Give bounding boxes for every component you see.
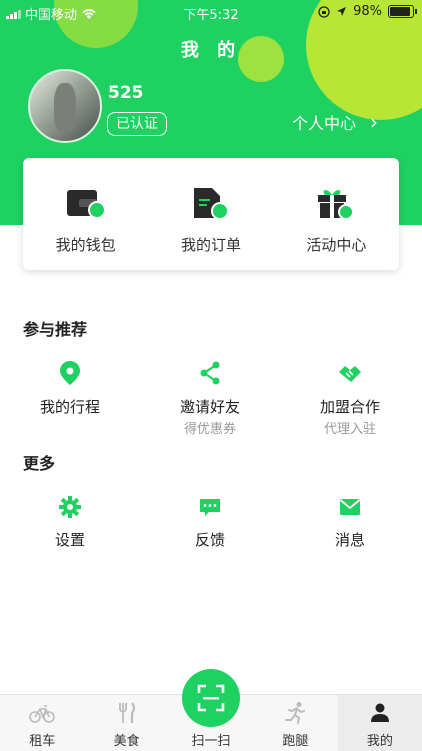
feedback-label: 反馈 <box>194 531 225 549</box>
tab-food-label: 美食 <box>113 734 140 749</box>
personal-center-link[interactable]: 个人中心 › <box>292 110 378 134</box>
lock-rotation-icon <box>318 5 330 18</box>
activity-center-button[interactable]: 活动中心 <box>274 158 399 270</box>
page-title: 我 的 <box>180 40 242 61</box>
share-icon <box>200 361 220 385</box>
my-trips-label: 我的行程 <box>39 398 100 416</box>
gift-icon <box>318 190 355 220</box>
wallet-button[interactable]: 我的钱包 <box>23 158 148 270</box>
order-icon <box>193 188 229 220</box>
location-pin-icon <box>60 361 80 385</box>
envelope-icon <box>339 499 361 515</box>
fork-knife-icon <box>118 702 135 723</box>
status-right: 98% <box>318 4 417 19</box>
recommend-grid: 我的行程 邀请好友 得优惠券 加盟合作 代理入驻 <box>0 360 422 437</box>
battery-icon <box>388 5 417 18</box>
orders-button[interactable]: 我的订单 <box>148 158 273 270</box>
tab-food[interactable]: 美食 <box>84 695 168 751</box>
tab-mine[interactable]: 我的 <box>337 695 422 751</box>
bicycle-icon <box>29 705 56 723</box>
settings-button[interactable]: 设置 <box>0 495 140 550</box>
battery-percent: 98% <box>353 4 382 19</box>
scan-icon <box>197 684 225 712</box>
runner-icon <box>285 702 306 724</box>
username: 525 <box>108 83 144 103</box>
status-bar: 中国移动 下午5:32 98% <box>0 0 422 24</box>
franchise-sub: 代理入驻 <box>323 422 376 437</box>
tab-errand[interactable]: 跑腿 <box>253 695 337 751</box>
tab-rent-bike-label: 租车 <box>29 734 56 749</box>
messages-button[interactable]: 消息 <box>280 495 420 550</box>
gear-icon <box>59 496 81 518</box>
activity-center-label: 活动中心 <box>306 236 367 254</box>
settings-label: 设置 <box>54 531 85 549</box>
orders-label: 我的订单 <box>180 236 241 254</box>
feedback-icon <box>200 499 220 516</box>
personal-center-label: 个人中心 <box>292 114 357 133</box>
location-arrow-icon <box>337 7 347 16</box>
tab-scan-label: 扫一扫 <box>191 734 231 749</box>
avatar[interactable] <box>28 69 102 143</box>
tab-errand-label: 跑腿 <box>282 734 309 749</box>
more-grid: 设置 反馈 消息 <box>0 495 422 550</box>
tab-rent-bike[interactable]: 租车 <box>0 695 84 751</box>
franchise-label: 加盟合作 <box>319 398 380 416</box>
more-section-title: 更多 <box>23 454 56 473</box>
feedback-button[interactable]: 反馈 <box>140 495 280 550</box>
person-icon <box>370 703 389 722</box>
chevron-right-icon: › <box>370 110 379 134</box>
messages-label: 消息 <box>334 531 365 549</box>
wallet-icon <box>66 190 106 219</box>
my-trips-button[interactable]: 我的行程 <box>0 360 140 437</box>
recommend-section-title: 参与推荐 <box>23 320 88 339</box>
franchise-button[interactable]: 加盟合作 代理入驻 <box>280 360 420 437</box>
wallet-label: 我的钱包 <box>55 236 116 254</box>
invite-friends-button[interactable]: 邀请好友 得优惠券 <box>140 360 280 437</box>
tab-mine-label: 我的 <box>366 734 393 749</box>
quick-actions-card: 我的钱包 我的订单 活动中心 <box>23 158 399 270</box>
invite-friends-label: 邀请好友 <box>179 398 240 416</box>
handshake-icon <box>339 366 361 382</box>
scan-button[interactable] <box>182 669 240 727</box>
verified-badge: 已认证 <box>107 112 167 136</box>
invite-friends-sub: 得优惠券 <box>183 422 236 437</box>
